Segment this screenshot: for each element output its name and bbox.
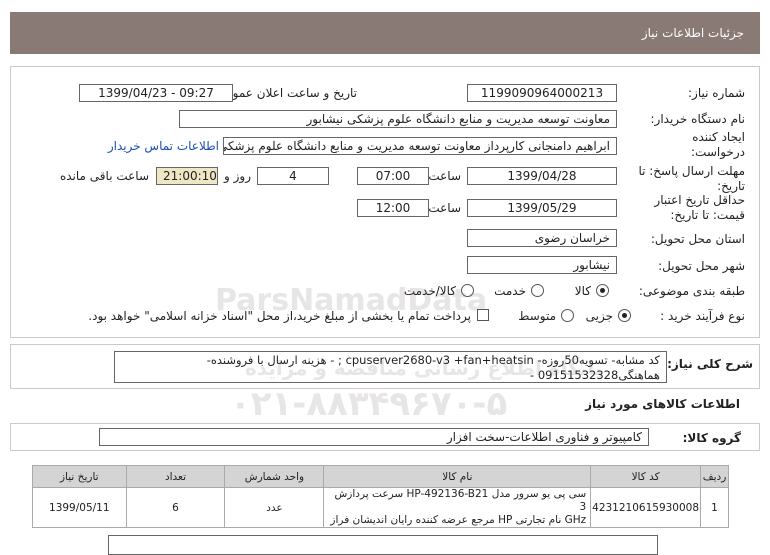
deadline-time-label: ساعت bbox=[428, 169, 461, 183]
deadline-time-field: 07:00 bbox=[357, 167, 429, 185]
deadline-date-field: 1399/04/28 bbox=[467, 167, 617, 185]
validity-time-label: ساعت bbox=[428, 201, 461, 215]
goods-section-title: اطلاعات کالاهای مورد نیاز bbox=[585, 397, 740, 411]
deadline-label: مهلت ارسال پاسخ: تا تاریخ: bbox=[638, 164, 745, 193]
col-unit: واحد شمارش bbox=[224, 465, 325, 488]
validity-time-field: 12:00 bbox=[357, 199, 429, 217]
col-date: تاریخ نیاز bbox=[32, 465, 127, 488]
remaining-time-field: 21:00:10 bbox=[156, 167, 218, 185]
need-number-field: 1199090964000213 bbox=[467, 84, 617, 102]
buyer-contact-link[interactable]: اطلاعات تماس خریدار bbox=[108, 139, 219, 153]
province-label: استان محل تحویل: bbox=[650, 232, 745, 246]
item-qty: 6 bbox=[125, 487, 226, 528]
page: جزئیات اطلاعات نیاز شماره نیاز: 11990909… bbox=[0, 0, 770, 555]
process-radio-minor[interactable] bbox=[618, 309, 631, 322]
goods-group-label: گروه کالا: bbox=[682, 431, 741, 445]
row-number: 1 bbox=[700, 487, 729, 528]
description-line-1: کد مشابه- تسویه50روزه- cpuserver2680-v3 … bbox=[206, 353, 660, 367]
process-option-medium: متوسط bbox=[518, 309, 556, 323]
city-field: نیشابور bbox=[467, 256, 617, 274]
buyer-org-field: معاونت توسعه مدیریت و منابع دانشگاه علوم… bbox=[179, 110, 617, 128]
col-name: نام کالا bbox=[323, 465, 592, 488]
days-field: 4 bbox=[257, 167, 329, 185]
province-field: خراسان رضوی bbox=[467, 229, 617, 247]
announce-label: تاریخ و ساعت اعلان عمومی: bbox=[212, 86, 357, 100]
col-qty: تعداد bbox=[125, 465, 226, 488]
item-name-line-2: GHz نام تجارتی HP مرجع عرضه کننده رایان … bbox=[330, 514, 587, 526]
item-name-line-1: سی پی یو سرور مدل HP-492136-B21 سرعت پرد… bbox=[334, 488, 587, 513]
item-unit: عدد bbox=[224, 487, 325, 528]
description-panel: شرح کلی نیاز: کد مشابه- تسویه50روزه- cpu… bbox=[10, 344, 760, 389]
remaining-time-label: ساعت باقی مانده bbox=[59, 169, 149, 183]
table-row: 1 4231210615930008 سی پی یو سرور مدل HP-… bbox=[32, 487, 729, 528]
goods-group-panel: گروه کالا: کامپیوتر و فناوری اطلاعات-سخت… bbox=[10, 423, 760, 451]
category-option-service: خدمت bbox=[494, 284, 526, 298]
need-number-label: شماره نیاز: bbox=[688, 86, 745, 100]
buyer-org-label: نام دستگاه خریدار: bbox=[650, 112, 746, 126]
watermark-phone: ۰۲۱-۸۸۳۴۹۶۷۰-۵ bbox=[230, 384, 508, 424]
category-option-goods-service: کالا/خدمت bbox=[403, 284, 456, 298]
category-radio-goods-service[interactable] bbox=[461, 284, 474, 297]
validity-label: حداقل تاریخ اعتبار قیمت: تا تاریخ: bbox=[654, 193, 745, 222]
category-radio-service[interactable] bbox=[531, 284, 544, 297]
treasury-payment-checkbox[interactable] bbox=[477, 309, 489, 321]
creator-label: ایجاد کننده درخواست: bbox=[691, 130, 745, 159]
process-label: نوع فرآیند خرید : bbox=[660, 309, 745, 323]
category-radio-goods[interactable] bbox=[596, 284, 609, 297]
goods-group-field: کامپیوتر و فناوری اطلاعات-سخت افزار bbox=[99, 428, 649, 446]
description-label: شرح کلی نیاز: bbox=[667, 357, 753, 371]
goods-table: ردیف کد کالا نام کالا واحد شمارش تعداد ت… bbox=[32, 465, 729, 528]
days-label: روز و bbox=[224, 169, 251, 183]
item-name: سی پی یو سرور مدل HP-492136-B21 سرعت پرد… bbox=[323, 487, 592, 528]
col-row: ردیف bbox=[700, 465, 729, 488]
announce-field: 1399/04/23 - 09:27 bbox=[79, 84, 233, 102]
goods-table-header: ردیف کد کالا نام کالا واحد شمارش تعداد ت… bbox=[32, 465, 729, 488]
item-date: 1399/05/11 bbox=[32, 487, 127, 528]
description-field: کد مشابه- تسویه50روزه- cpuserver2680-v3 … bbox=[114, 351, 667, 383]
treasury-payment-note: پرداخت تمام یا بخشی از مبلغ خرید،از محل … bbox=[88, 309, 471, 323]
item-code: 4231210615930008 bbox=[590, 487, 702, 528]
category-option-goods: کالا bbox=[574, 284, 591, 298]
process-radio-medium[interactable] bbox=[561, 309, 574, 322]
creator-field: ابراهیم دامنجانی کارپرداز معاونت توسعه م… bbox=[223, 137, 617, 155]
city-label: شهر محل تحویل: bbox=[658, 259, 745, 273]
bottom-field bbox=[108, 535, 658, 555]
category-label: طبقه بندی موضوعی: bbox=[638, 284, 745, 298]
col-code: کد کالا bbox=[590, 465, 702, 488]
need-details-panel: شماره نیاز: 1199090964000213 تاریخ و ساع… bbox=[10, 66, 760, 338]
window-title: جزئیات اطلاعات نیاز bbox=[10, 12, 760, 54]
validity-date-field: 1399/05/29 bbox=[467, 199, 617, 217]
description-line-2: هماهنگی09151532328 - bbox=[530, 368, 660, 382]
process-option-minor: جزیی bbox=[585, 309, 613, 323]
